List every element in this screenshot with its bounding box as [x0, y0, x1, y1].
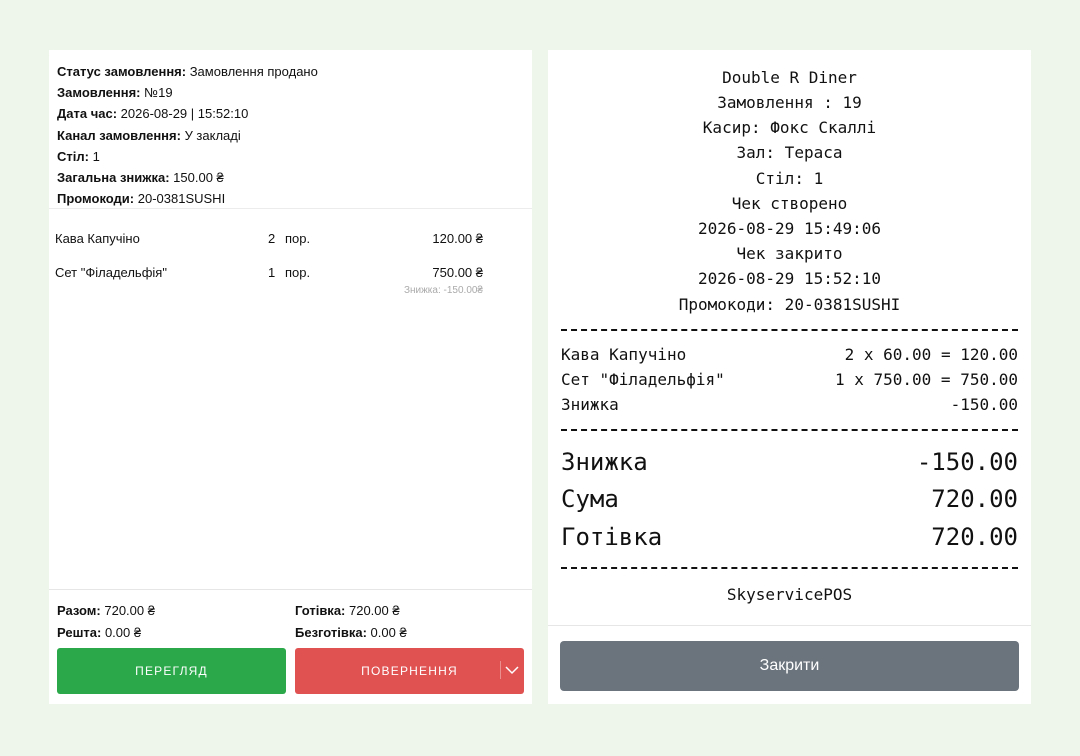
receipt-total-sum: Сума 720.00 — [561, 485, 1018, 513]
order-promo-codes: Промокоди: 20-0381SUSHI — [57, 191, 226, 207]
receipt-closed-datetime: 2026-08-29 15:52:10 — [697, 269, 882, 288]
return-button-label: ПОВЕРНЕННЯ — [361, 664, 458, 678]
return-button[interactable]: ПОВЕРНЕННЯ — [295, 648, 524, 694]
item-qty: 1 — [268, 265, 276, 280]
close-button-label: Закрити — [759, 657, 820, 674]
receipt-footer: SkyservicePOS — [726, 585, 853, 604]
receipt-cashier: Касир: Фокс Скаллі — [702, 118, 877, 137]
receipt-created-datetime: 2026-08-29 15:49:06 — [697, 219, 882, 238]
order-datetime: Дата час: 2026-08-29 | 15:52:10 — [57, 106, 249, 122]
list-item[interactable]: Кава Капучіно 2 пор. 120.00 ₴ — [49, 209, 532, 246]
receipt-promo-codes: Промокоди: 20-0381SUSHI — [678, 295, 901, 314]
receipt-closed-label: Чек закрито — [736, 244, 843, 263]
receipt-line: Сет "Філадельфія" 1 x 750.00 = 750.00 — [561, 370, 1018, 389]
order-number: Замовлення: №19 — [57, 85, 173, 101]
list-item[interactable]: Сет "Філадельфія" 1 пор. 750.00 ₴ Знижка… — [49, 243, 532, 296]
receipt-created-label: Чек створено — [731, 194, 848, 213]
order-info: Статус замовлення: Замовлення продано За… — [49, 50, 532, 209]
receipt-divider — [561, 429, 1018, 431]
total-sum: Разом: 720.00 ₴ — [57, 603, 155, 618]
item-price: 750.00 ₴ — [432, 265, 483, 280]
close-button[interactable]: Закрити — [560, 641, 1019, 691]
receipt-line: Знижка -150.00 — [561, 395, 1018, 414]
receipt-divider — [561, 329, 1018, 331]
item-unit: пор. — [285, 265, 311, 280]
view-button-label: ПЕРЕГЛЯД — [135, 664, 208, 678]
item-discount: Знижка: -150.00₴ — [403, 285, 483, 296]
receipt-order-number: Замовлення : 19 — [717, 93, 862, 112]
order-items-list: Кава Капучіно 2 пор. 120.00 ₴ Сет "Філад… — [49, 208, 532, 296]
receipt-panel: Double R Diner Замовлення : 19 Касир: Фо… — [548, 50, 1031, 704]
receipt-line: Кава Капучіно 2 x 60.00 = 120.00 — [561, 345, 1018, 364]
total-change: Решта: 0.00 ₴ — [57, 625, 142, 640]
total-cash: Готівка: 720.00 ₴ — [295, 603, 400, 618]
receipt-hall: Зал: Тераса — [736, 143, 843, 162]
receipt-total-discount: Знижка -150.00 — [561, 448, 1018, 476]
item-name: Сет "Філадельфія" — [55, 265, 167, 280]
order-total-discount: Загальна знижка: 150.00 ₴ — [57, 170, 224, 186]
order-totals: Разом: 720.00 ₴ Решта: 0.00 ₴ Готівка: 7… — [49, 589, 532, 640]
receipt-table: Стіл: 1 — [755, 169, 824, 188]
order-status: Статус замовлення: Замовлення продано — [57, 64, 318, 79]
receipt-restaurant-name: Double R Diner — [722, 68, 857, 87]
panel-divider — [548, 625, 1031, 626]
order-details-panel: Статус замовлення: Замовлення продано За… — [49, 50, 532, 704]
chevron-down-icon[interactable] — [500, 661, 519, 679]
receipt-divider — [561, 567, 1018, 569]
total-noncash: Безготівка: 0.00 ₴ — [295, 625, 407, 640]
receipt-total-cash: Готівка 720.00 — [561, 523, 1018, 551]
order-channel: Канал замовлення: У закладі — [57, 127, 241, 143]
order-table: Стіл: 1 — [57, 148, 100, 164]
view-button[interactable]: ПЕРЕГЛЯД — [57, 648, 286, 694]
